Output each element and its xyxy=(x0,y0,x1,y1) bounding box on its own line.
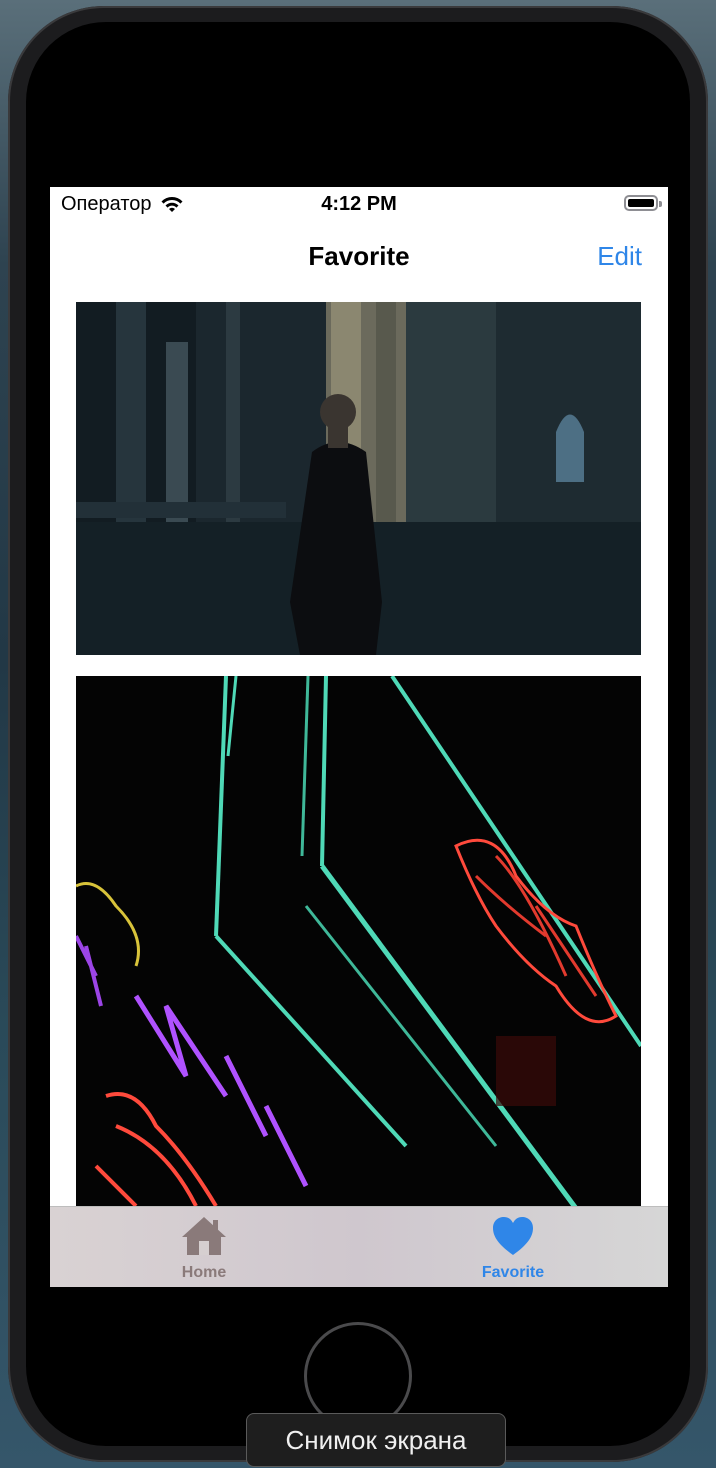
tab-home-label: Home xyxy=(181,1264,227,1281)
battery-tip xyxy=(659,201,662,207)
tab-favorite[interactable]: Favorite xyxy=(438,1215,588,1282)
heart-icon xyxy=(493,1217,533,1255)
status-time: 4:12 PM xyxy=(321,193,397,215)
tab-favorite-label: Favorite xyxy=(481,1264,545,1281)
battery-level xyxy=(628,199,654,207)
house-icon xyxy=(182,1217,226,1255)
edit-button[interactable]: Edit xyxy=(597,241,642,272)
tab-home[interactable]: Home xyxy=(129,1215,279,1282)
navigation-bar: Favorite Edit xyxy=(50,227,668,287)
app-screen: Оператор 4:12 PM Favorite Edit Home Favo… xyxy=(50,187,668,1287)
status-bar: Оператор 4:12 PM xyxy=(50,187,668,221)
tab-bar: Home Favorite xyxy=(50,1206,668,1287)
battery-icon xyxy=(624,195,658,211)
screenshot-tooltip: Снимок экрана xyxy=(246,1413,506,1467)
favorite-photo-2[interactable] xyxy=(76,676,641,1206)
photo-neon-sign-image xyxy=(76,676,641,1206)
photo-church-woman-image xyxy=(76,302,641,655)
favorite-photo-1[interactable] xyxy=(76,302,641,655)
page-title: Favorite xyxy=(308,241,410,271)
